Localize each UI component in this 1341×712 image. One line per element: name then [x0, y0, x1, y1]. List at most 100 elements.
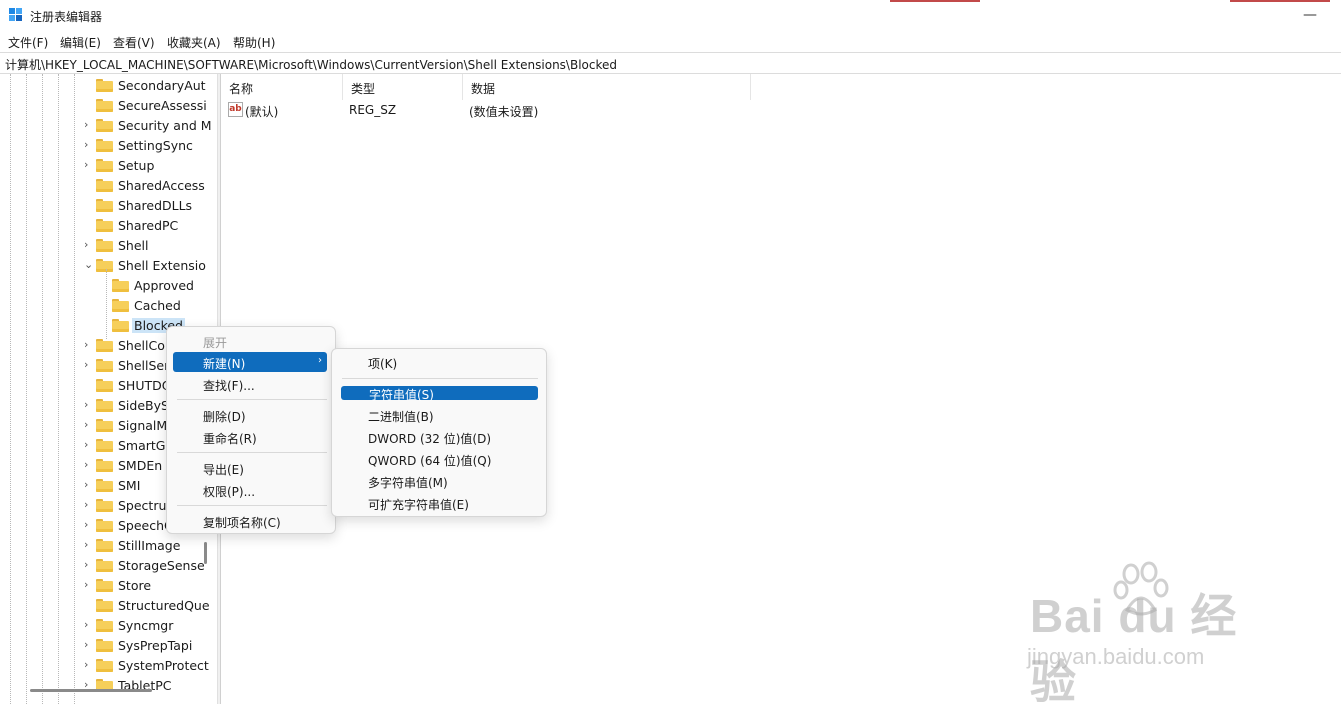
tree-expander-icon[interactable]: › — [84, 418, 94, 432]
menu-item-rename[interactable]: 重命名(R) — [173, 427, 329, 447]
column-header-name[interactable]: 名称 — [221, 74, 343, 100]
menu-separator — [342, 378, 538, 379]
tree-expander-icon[interactable] — [84, 218, 94, 232]
menu-item-label: QWORD (64 位)值(Q) — [368, 454, 492, 468]
tree-expander-icon[interactable]: › — [84, 338, 94, 352]
tree-item-label[interactable]: Security and M — [118, 118, 212, 133]
minimize-button[interactable]: — — [1300, 6, 1320, 24]
tree-item-label[interactable]: SmartGl — [118, 438, 169, 453]
column-header-label: 类型 — [351, 82, 376, 96]
tree-item-label[interactable]: SharedDLLs — [118, 198, 192, 213]
submenu-item-string-value[interactable]: 字符串值(S) — [341, 386, 538, 402]
tree-expander-icon[interactable]: › — [84, 558, 94, 572]
chevron-right-icon: › — [318, 355, 322, 366]
tree-horizontal-scrollbar[interactable] — [30, 689, 152, 692]
folder-icon — [112, 279, 129, 292]
tree-item-label[interactable]: SharedAccess — [118, 178, 205, 193]
folder-icon — [96, 599, 113, 612]
submenu-item-expandable-string-value[interactable]: 可扩充字符串值(E) — [340, 493, 538, 513]
folder-icon — [112, 299, 129, 312]
menu-item-label: 二进制值(B) — [368, 410, 434, 424]
tree-item-label[interactable]: ShellSer — [118, 358, 169, 373]
tree-expander-icon[interactable]: › — [84, 638, 94, 652]
column-header-data[interactable]: 数据 — [463, 74, 751, 100]
menu-item-label: 删除(D) — [203, 410, 246, 424]
tree-item-label[interactable]: Store — [118, 578, 151, 593]
tree-item-label[interactable]: StorageSense — [118, 558, 205, 573]
tree-item-label[interactable]: SHUTDO — [118, 378, 172, 393]
folder-icon — [96, 419, 113, 432]
tree-expander-icon[interactable]: › — [84, 478, 94, 492]
menu-view[interactable]: 查看(V) — [113, 34, 155, 51]
tree-guide-line — [26, 74, 27, 704]
tree-expander-icon[interactable] — [84, 598, 94, 612]
submenu-item-key[interactable]: 项(K) — [340, 352, 538, 372]
tree-item-label[interactable]: SecureAssessi — [118, 98, 207, 113]
submenu-item-qword-value[interactable]: QWORD (64 位)值(Q) — [340, 449, 538, 469]
column-header-type[interactable]: 类型 — [343, 74, 463, 100]
tree-item-label[interactable]: Cached — [134, 298, 181, 313]
folder-icon — [96, 359, 113, 372]
column-header-label: 名称 — [229, 82, 254, 96]
value-row[interactable]: ab (默认) REG_SZ (数值未设置) — [221, 100, 821, 120]
tree-expander-icon[interactable] — [84, 378, 94, 392]
tree-expander-icon[interactable]: ⌄ — [84, 258, 94, 272]
tree-item-label[interactable]: SharedPC — [118, 218, 178, 233]
tree-expander-icon[interactable]: › — [84, 458, 94, 472]
tree-expander-icon[interactable] — [84, 78, 94, 92]
tree-item-label[interactable]: StillImage — [118, 538, 180, 553]
menu-item-delete[interactable]: 删除(D) — [173, 405, 329, 425]
submenu-item-binary-value[interactable]: 二进制值(B) — [340, 405, 538, 425]
folder-icon — [96, 139, 113, 152]
tree-expander-icon[interactable] — [84, 198, 94, 212]
menu-item-find[interactable]: 查找(F)... — [173, 374, 329, 394]
tree-item-label[interactable]: SysPrepTapi — [118, 638, 192, 653]
tree-expander-icon[interactable]: › — [84, 498, 94, 512]
tree-expander-icon[interactable]: › — [84, 578, 94, 592]
tree-item-label[interactable]: Approved — [134, 278, 194, 293]
tree-item-label[interactable]: SMI — [118, 478, 140, 493]
menu-favorites[interactable]: 收藏夹(A) — [167, 34, 221, 51]
menu-item-label: 重命名(R) — [203, 432, 257, 446]
menu-item-new[interactable]: 新建(N) › — [173, 352, 327, 372]
submenu-item-dword-value[interactable]: DWORD (32 位)值(D) — [340, 427, 538, 447]
tree-expander-icon[interactable]: › — [84, 538, 94, 552]
tree-expander-icon[interactable]: › — [84, 358, 94, 372]
tree-item-label[interactable]: Shell — [118, 238, 149, 253]
tree-expander-icon[interactable]: › — [84, 658, 94, 672]
watermark-url-text: jingyan.baidu.com — [1027, 644, 1205, 669]
tree-expander-icon[interactable]: › — [84, 438, 94, 452]
tree-expander-icon[interactable]: › — [84, 618, 94, 632]
tree-item-label[interactable]: Syncmgr — [118, 618, 173, 633]
menu-item-permissions[interactable]: 权限(P)... — [173, 480, 329, 500]
tree-item-label[interactable]: Shell Extensio — [118, 258, 206, 273]
menu-separator — [177, 505, 327, 506]
menu-item-expand: 展开 — [173, 331, 329, 351]
address-path[interactable]: 计算机\HKEY_LOCAL_MACHINE\SOFTWARE\Microsof… — [5, 56, 617, 73]
tree-vertical-scrollbar[interactable] — [204, 542, 207, 564]
menu-edit[interactable]: 编辑(E) — [60, 34, 101, 51]
menu-help[interactable]: 帮助(H) — [233, 34, 275, 51]
submenu-item-multi-string-value[interactable]: 多字符串值(M) — [340, 471, 538, 491]
tree-item-label[interactable]: SMDEn — [118, 458, 162, 473]
tree-item-label[interactable]: SecondaryAut — [118, 78, 206, 93]
tree-expander-icon[interactable]: › — [84, 138, 94, 152]
tree-item-label[interactable]: StructuredQue — [118, 598, 210, 613]
tree-item-label[interactable]: SignalM — [118, 418, 167, 433]
menu-item-copy-key-name[interactable]: 复制项名称(C) — [173, 511, 329, 531]
tree-expander-icon[interactable] — [84, 178, 94, 192]
tree-item-label[interactable]: SettingSync — [118, 138, 193, 153]
address-bar[interactable]: 计算机\HKEY_LOCAL_MACHINE\SOFTWARE\Microsof… — [0, 52, 1341, 74]
tree-item-label[interactable]: SystemProtect — [118, 658, 209, 673]
tree-expander-icon[interactable]: › — [84, 398, 94, 412]
folder-icon — [96, 239, 113, 252]
menu-file[interactable]: 文件(F) — [8, 34, 48, 51]
tree-expander-icon[interactable]: › — [84, 158, 94, 172]
tree-item-label[interactable]: Setup — [118, 158, 154, 173]
tree-item-label[interactable]: SideByS — [118, 398, 169, 413]
menu-item-export[interactable]: 导出(E) — [173, 458, 329, 478]
tree-expander-icon[interactable]: › — [84, 118, 94, 132]
tree-expander-icon[interactable]: › — [84, 238, 94, 252]
tree-expander-icon[interactable] — [84, 98, 94, 112]
tree-expander-icon[interactable]: › — [84, 518, 94, 532]
